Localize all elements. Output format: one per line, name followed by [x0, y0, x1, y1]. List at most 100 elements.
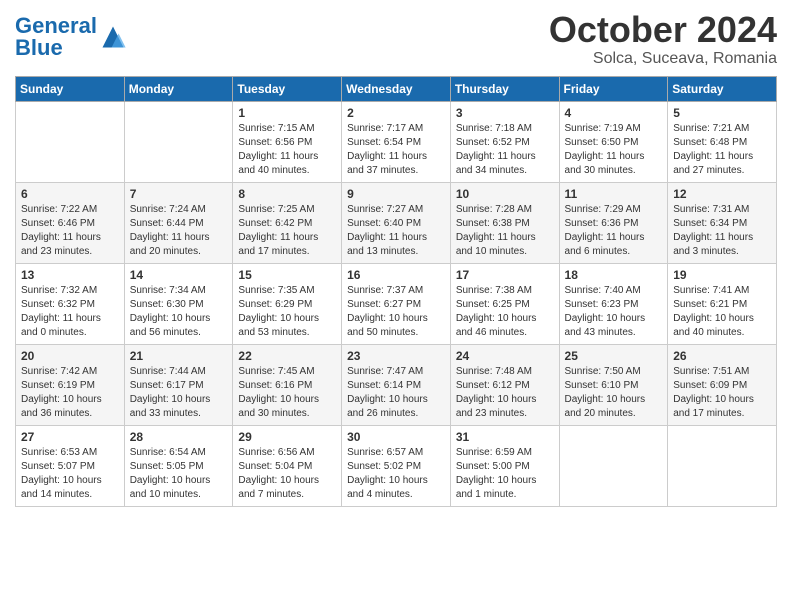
calendar-cell: 4 Sunrise: 7:19 AM Sunset: 6:50 PM Daylig… — [559, 101, 668, 182]
calendar-cell: 7Sunrise: 7:24 AM Sunset: 6:44 PM Daylig… — [124, 182, 233, 263]
day-number: 9 — [347, 187, 445, 201]
day-info: Sunrise: 7:18 AM Sunset: 6:52 PM Dayligh… — [456, 122, 554, 178]
day-info: Sunrise: 7:51 AM Sunset: 6:09 PM Dayligh… — [673, 365, 771, 421]
day-number: 21 — [130, 349, 228, 363]
calendar-cell — [668, 425, 777, 506]
calendar-cell: 22 Sunrise: 7:45 AM Sunset: 6:16 PM Dayli… — [233, 344, 342, 425]
weekday-header: Friday — [559, 76, 668, 101]
day-info: Sunrise: 7:44 AM Sunset: 6:17 PM Dayligh… — [130, 365, 228, 421]
day-number: 20 — [21, 349, 119, 363]
calendar-cell: 15 Sunrise: 7:35 AM Sunset: 6:29 PM Dayli… — [233, 263, 342, 344]
calendar-week-row: 6 Sunrise: 7:22 AM Sunset: 6:46 PM Daylig… — [16, 182, 777, 263]
logo-blue: Blue — [15, 35, 63, 60]
day-info: Sunrise: 7:40 AM Sunset: 6:23 PM Dayligh… — [565, 284, 663, 340]
day-number: 7 — [130, 187, 228, 201]
calendar-cell: 10Sunrise: 7:28 AM Sunset: 6:38 PM Dayli… — [450, 182, 559, 263]
day-number: 26 — [673, 349, 771, 363]
day-info: Sunrise: 7:48 AM Sunset: 6:12 PM Dayligh… — [456, 365, 554, 421]
calendar-cell: 6 Sunrise: 7:22 AM Sunset: 6:46 PM Daylig… — [16, 182, 125, 263]
day-number: 15 — [238, 268, 336, 282]
day-info: Sunrise: 7:27 AM Sunset: 6:40 PM Dayligh… — [347, 203, 445, 259]
day-info: Sunrise: 6:59 AM Sunset: 5:00 PM Dayligh… — [456, 446, 554, 502]
calendar-cell — [559, 425, 668, 506]
day-number: 28 — [130, 430, 228, 444]
calendar-cell: 11 Sunrise: 7:29 AM Sunset: 6:36 PM Dayli… — [559, 182, 668, 263]
day-info: Sunrise: 7:21 AM Sunset: 6:48 PM Dayligh… — [673, 122, 771, 178]
day-info: Sunrise: 6:53 AM Sunset: 5:07 PM Dayligh… — [21, 446, 119, 502]
day-number: 24 — [456, 349, 554, 363]
day-info: Sunrise: 7:37 AM Sunset: 6:27 PM Dayligh… — [347, 284, 445, 340]
day-number: 2 — [347, 106, 445, 120]
day-number: 29 — [238, 430, 336, 444]
calendar-week-row: 1Sunrise: 7:15 AM Sunset: 6:56 PM Daylig… — [16, 101, 777, 182]
calendar-cell: 2 Sunrise: 7:17 AM Sunset: 6:54 PM Daylig… — [342, 101, 451, 182]
calendar-week-row: 13Sunrise: 7:32 AM Sunset: 6:32 PM Dayli… — [16, 263, 777, 344]
day-number: 3 — [456, 106, 554, 120]
calendar-cell: 5 Sunrise: 7:21 AM Sunset: 6:48 PM Daylig… — [668, 101, 777, 182]
day-info: Sunrise: 7:50 AM Sunset: 6:10 PM Dayligh… — [565, 365, 663, 421]
day-info: Sunrise: 7:29 AM Sunset: 6:36 PM Dayligh… — [565, 203, 663, 259]
calendar-cell: 28 Sunrise: 6:54 AM Sunset: 5:05 PM Dayli… — [124, 425, 233, 506]
day-info: Sunrise: 6:57 AM Sunset: 5:02 PM Dayligh… — [347, 446, 445, 502]
calendar-cell: 26 Sunrise: 7:51 AM Sunset: 6:09 PM Dayli… — [668, 344, 777, 425]
day-number: 31 — [456, 430, 554, 444]
day-number: 18 — [565, 268, 663, 282]
logo: General Blue — [15, 15, 127, 59]
day-number: 17 — [456, 268, 554, 282]
day-number: 19 — [673, 268, 771, 282]
day-info: Sunrise: 7:15 AM Sunset: 6:56 PM Dayligh… — [238, 122, 336, 178]
logo-icon — [99, 23, 127, 51]
day-number: 23 — [347, 349, 445, 363]
calendar-cell: 9 Sunrise: 7:27 AM Sunset: 6:40 PM Daylig… — [342, 182, 451, 263]
calendar-cell: 27 Sunrise: 6:53 AM Sunset: 5:07 PM Dayli… — [16, 425, 125, 506]
day-number: 12 — [673, 187, 771, 201]
header: General Blue October 2024 Solca, Suceava… — [15, 10, 777, 68]
day-number: 4 — [565, 106, 663, 120]
calendar-cell: 12 Sunrise: 7:31 AM Sunset: 6:34 PM Dayli… — [668, 182, 777, 263]
day-info: Sunrise: 6:56 AM Sunset: 5:04 PM Dayligh… — [238, 446, 336, 502]
day-number: 25 — [565, 349, 663, 363]
day-info: Sunrise: 6:54 AM Sunset: 5:05 PM Dayligh… — [130, 446, 228, 502]
day-info: Sunrise: 7:35 AM Sunset: 6:29 PM Dayligh… — [238, 284, 336, 340]
calendar-cell: 18 Sunrise: 7:40 AM Sunset: 6:23 PM Dayli… — [559, 263, 668, 344]
day-number: 11 — [565, 187, 663, 201]
calendar-cell: 29 Sunrise: 6:56 AM Sunset: 5:04 PM Dayli… — [233, 425, 342, 506]
day-info: Sunrise: 7:22 AM Sunset: 6:46 PM Dayligh… — [21, 203, 119, 259]
month-title: October 2024 — [549, 10, 777, 50]
day-number: 16 — [347, 268, 445, 282]
day-info: Sunrise: 7:34 AM Sunset: 6:30 PM Dayligh… — [130, 284, 228, 340]
location: Solca, Suceava, Romania — [549, 50, 777, 68]
day-number: 10 — [456, 187, 554, 201]
calendar-cell — [124, 101, 233, 182]
weekday-header: Monday — [124, 76, 233, 101]
day-info: Sunrise: 7:38 AM Sunset: 6:25 PM Dayligh… — [456, 284, 554, 340]
day-info: Sunrise: 7:25 AM Sunset: 6:42 PM Dayligh… — [238, 203, 336, 259]
weekday-header: Sunday — [16, 76, 125, 101]
weekday-header: Wednesday — [342, 76, 451, 101]
day-info: Sunrise: 7:19 AM Sunset: 6:50 PM Dayligh… — [565, 122, 663, 178]
day-info: Sunrise: 7:42 AM Sunset: 6:19 PM Dayligh… — [21, 365, 119, 421]
day-number: 27 — [21, 430, 119, 444]
calendar-cell: 24 Sunrise: 7:48 AM Sunset: 6:12 PM Dayli… — [450, 344, 559, 425]
weekday-header: Thursday — [450, 76, 559, 101]
calendar-cell: 1Sunrise: 7:15 AM Sunset: 6:56 PM Daylig… — [233, 101, 342, 182]
calendar-week-row: 27 Sunrise: 6:53 AM Sunset: 5:07 PM Dayli… — [16, 425, 777, 506]
calendar-week-row: 20 Sunrise: 7:42 AM Sunset: 6:19 PM Dayli… — [16, 344, 777, 425]
day-number: 13 — [21, 268, 119, 282]
calendar-cell: 19 Sunrise: 7:41 AM Sunset: 6:21 PM Dayli… — [668, 263, 777, 344]
day-number: 6 — [21, 187, 119, 201]
calendar-cell: 3 Sunrise: 7:18 AM Sunset: 6:52 PM Daylig… — [450, 101, 559, 182]
day-number: 5 — [673, 106, 771, 120]
calendar-cell: 16 Sunrise: 7:37 AM Sunset: 6:27 PM Dayli… — [342, 263, 451, 344]
calendar-cell: 23Sunrise: 7:47 AM Sunset: 6:14 PM Dayli… — [342, 344, 451, 425]
day-number: 30 — [347, 430, 445, 444]
calendar-cell: 30 Sunrise: 6:57 AM Sunset: 5:02 PM Dayli… — [342, 425, 451, 506]
day-info: Sunrise: 7:41 AM Sunset: 6:21 PM Dayligh… — [673, 284, 771, 340]
day-info: Sunrise: 7:31 AM Sunset: 6:34 PM Dayligh… — [673, 203, 771, 259]
day-number: 22 — [238, 349, 336, 363]
day-info: Sunrise: 7:45 AM Sunset: 6:16 PM Dayligh… — [238, 365, 336, 421]
calendar-cell: 25 Sunrise: 7:50 AM Sunset: 6:10 PM Dayli… — [559, 344, 668, 425]
calendar-cell: 8Sunrise: 7:25 AM Sunset: 6:42 PM Daylig… — [233, 182, 342, 263]
day-info: Sunrise: 7:17 AM Sunset: 6:54 PM Dayligh… — [347, 122, 445, 178]
calendar-cell: 20 Sunrise: 7:42 AM Sunset: 6:19 PM Dayli… — [16, 344, 125, 425]
